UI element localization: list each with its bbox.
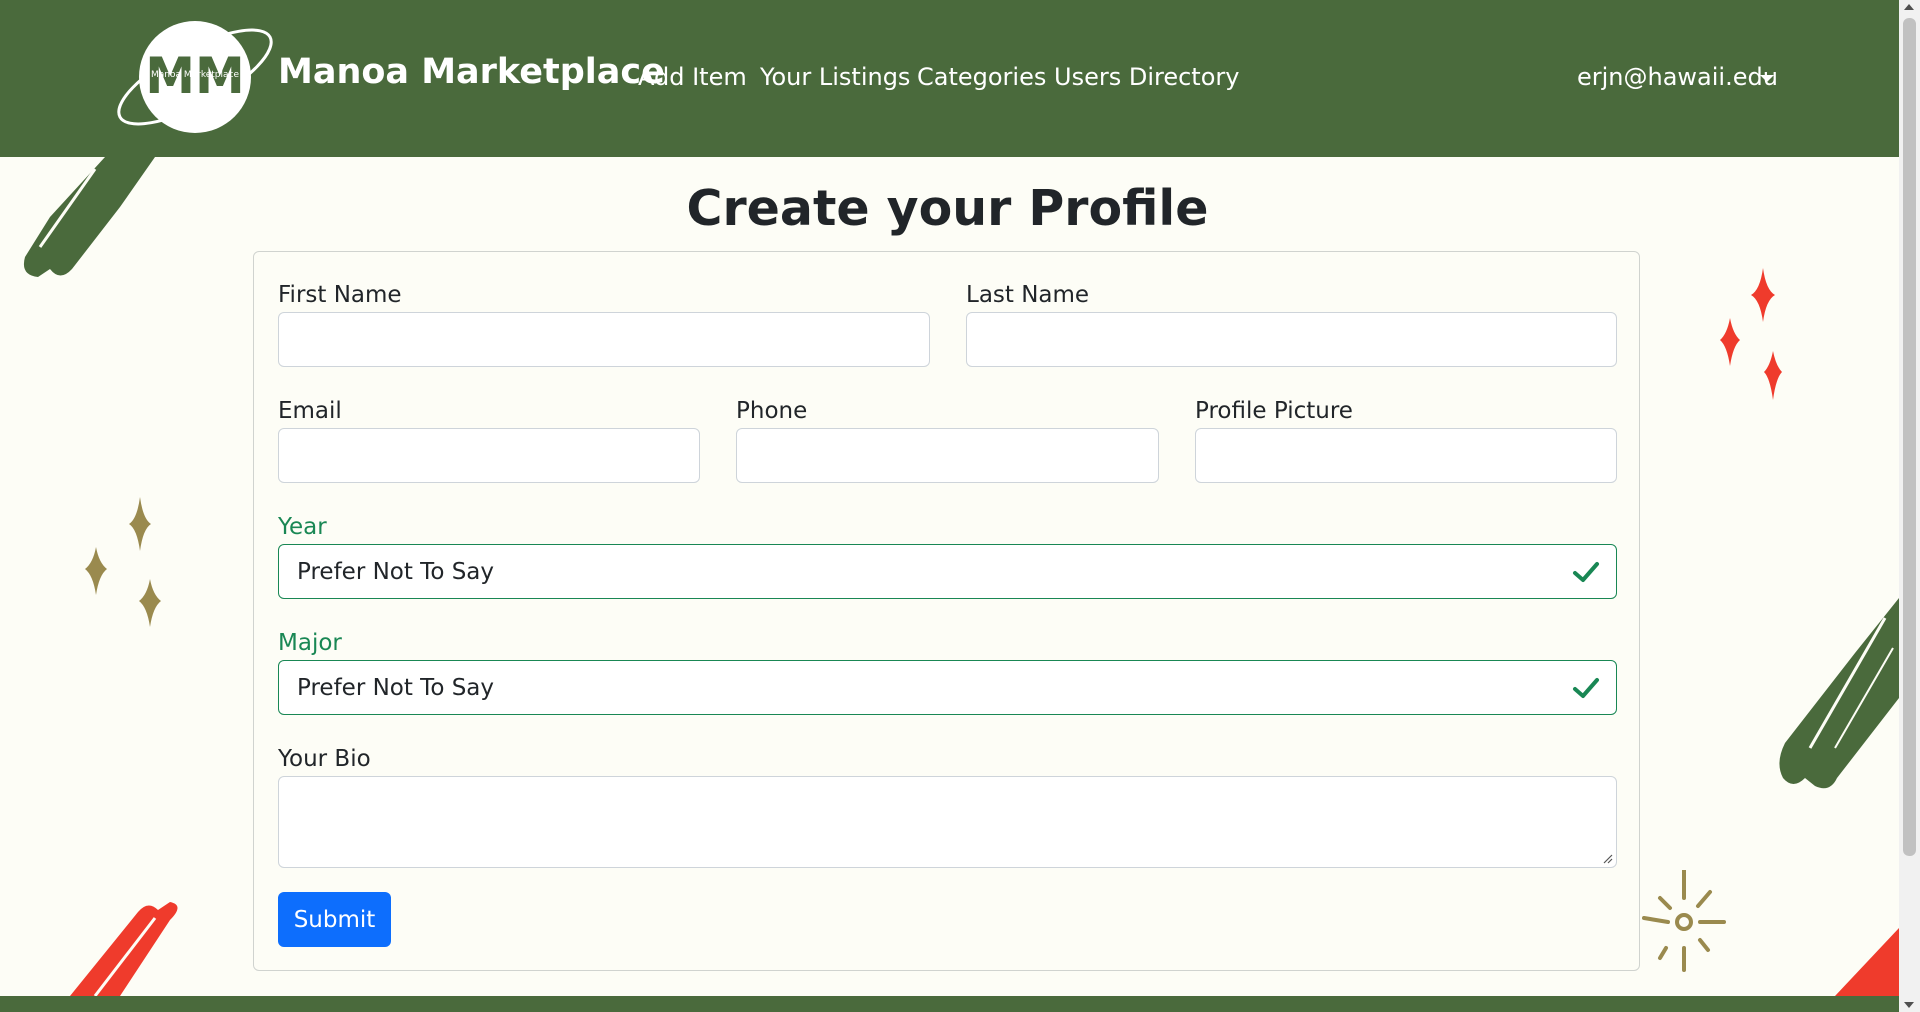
phone-input[interactable]: [736, 428, 1159, 483]
year-select[interactable]: Prefer Not To Say: [278, 544, 1617, 599]
submit-button[interactable]: Submit: [278, 892, 391, 947]
resize-grip-icon[interactable]: [1601, 852, 1613, 864]
nav-users-directory[interactable]: Users Directory: [1054, 63, 1239, 91]
brand-logo[interactable]: MM Manoa Marketplace: [110, 15, 280, 140]
profile-picture-input[interactable]: [1195, 428, 1617, 483]
brand-name[interactable]: Manoa Marketplace: [278, 52, 665, 92]
nav-your-listings[interactable]: Your Listings: [760, 63, 910, 91]
navbar: MM Manoa Marketplace Manoa Marketplace A…: [0, 0, 1899, 157]
scroll-down-icon[interactable]: [1904, 1002, 1914, 1008]
first-name-label: First Name: [278, 282, 402, 308]
profile-picture-label: Profile Picture: [1195, 398, 1353, 424]
phone-label: Phone: [736, 398, 808, 424]
year-select-value: Prefer Not To Say: [297, 559, 495, 585]
nav-categories[interactable]: Categories: [917, 63, 1046, 91]
green-brush-stroke-right: [1779, 598, 1899, 789]
major-label: Major: [278, 630, 342, 656]
page-scrollbar[interactable]: [1899, 0, 1920, 1012]
caret-down-icon[interactable]: [1760, 75, 1774, 82]
red-sparkles: [1720, 268, 1782, 400]
logo-text: Manoa Marketplace: [151, 70, 239, 80]
red-brush-stroke-bottom-left: [70, 902, 178, 996]
email-label: Email: [278, 398, 342, 424]
last-name-input[interactable]: [966, 312, 1617, 367]
last-name-label: Last Name: [966, 282, 1090, 308]
user-menu[interactable]: erjn@hawaii.edu: [1577, 63, 1778, 91]
nav-add-item[interactable]: Add Item: [638, 63, 747, 91]
red-corner-stroke: [1835, 928, 1899, 996]
first-name-input[interactable]: [278, 312, 930, 367]
scrollbar-thumb[interactable]: [1903, 18, 1916, 856]
valid-check-icon: [1573, 678, 1599, 698]
gold-sparkles: [85, 497, 161, 627]
bio-textarea[interactable]: [278, 776, 1617, 868]
gold-sun-doodle: [1642, 870, 1726, 972]
bio-label: Your Bio: [278, 746, 371, 772]
scroll-up-icon[interactable]: [1904, 4, 1914, 10]
footer: [0, 996, 1899, 1012]
major-select-value: Prefer Not To Say: [297, 675, 495, 701]
page-title: Create your Profile: [686, 180, 1209, 237]
valid-check-icon: [1573, 562, 1599, 582]
email-input[interactable]: [278, 428, 700, 483]
year-label: Year: [278, 514, 327, 540]
major-select[interactable]: Prefer Not To Say: [278, 660, 1617, 715]
